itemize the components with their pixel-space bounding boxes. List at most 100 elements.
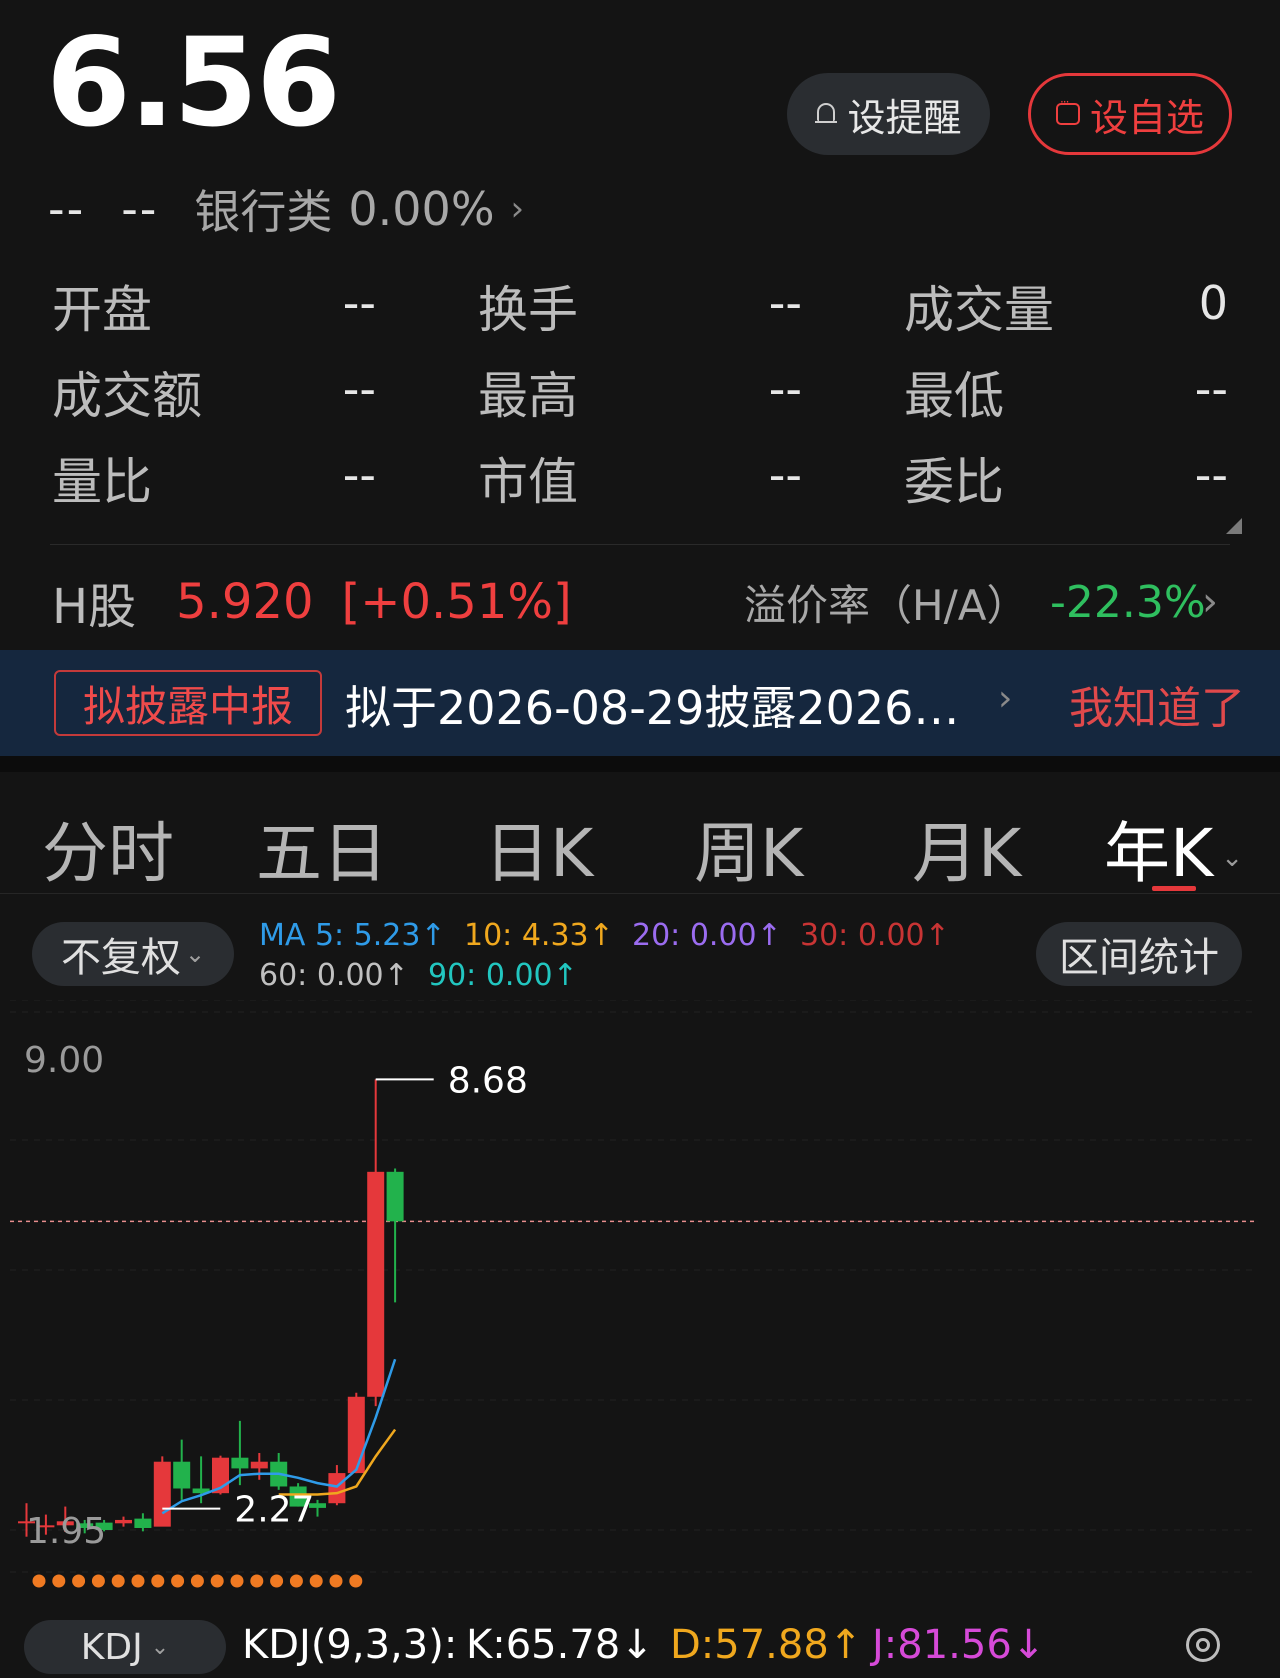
- kdj-params: KDJ(9,3,3):: [242, 1622, 458, 1668]
- event-dot: [349, 1574, 363, 1588]
- ma10-value: 10: 4.33↑: [464, 918, 614, 953]
- indicator-bar: KDJ ⌄ KDJ(9,3,3): K:65.78↓ D:57.88↑ J:81…: [0, 1598, 1280, 1678]
- candle-body: [386, 1171, 404, 1222]
- notice-text[interactable]: 拟于2026-08-29披露2026…: [345, 672, 959, 738]
- stat-turnover-value: --: [768, 276, 802, 330]
- premium-value: -22.3%: [1050, 576, 1206, 628]
- event-dot: [210, 1574, 224, 1588]
- stat-high-label: 最高: [478, 367, 578, 425]
- tab-intraday[interactable]: 分时: [42, 800, 174, 896]
- chevron-right-icon: ›: [1202, 579, 1218, 625]
- event-dot: [72, 1574, 86, 1588]
- divider: [0, 893, 1280, 894]
- candle-body: [231, 1457, 249, 1469]
- candle-body: [115, 1519, 132, 1524]
- tab-weekly-k[interactable]: 周K: [694, 800, 803, 896]
- h-share-row[interactable]: H股 5.920 [+0.51%] 溢价率（H/A） -22.3% ›: [52, 570, 1232, 635]
- dismiss-notice-button[interactable]: 我知道了: [1069, 672, 1245, 736]
- stat-amount-value: --: [342, 362, 376, 416]
- add-watchlist-button[interactable]: 设自选: [1028, 73, 1232, 155]
- chevron-down-icon: ⌄: [150, 1634, 170, 1660]
- section-separator: [0, 756, 1280, 772]
- active-tab-indicator: [1152, 886, 1196, 891]
- stat-volume-ratio-label: 量比: [52, 453, 152, 511]
- tab-five-day[interactable]: 五日: [256, 800, 388, 896]
- event-dot: [111, 1574, 125, 1588]
- range-statistics-button[interactable]: 区间统计: [1036, 922, 1242, 986]
- set-alert-label: 设提醒: [847, 95, 962, 140]
- candle-body: [153, 1461, 171, 1527]
- h-share-price: 5.920: [176, 574, 314, 630]
- kdj-d-value: D:57.88↑: [670, 1622, 863, 1668]
- low-price-label: 2.27: [234, 1490, 314, 1531]
- candle-body: [367, 1171, 385, 1397]
- candle-body: [328, 1473, 346, 1504]
- kdj-k-value: K:65.78↓: [466, 1622, 654, 1668]
- h-share-label: H股: [52, 579, 137, 635]
- kline-chart[interactable]: 9.00 1.95 8.68 2.27: [0, 1000, 1280, 1598]
- watchlist-icon: [1055, 95, 1080, 125]
- event-dot: [190, 1574, 204, 1588]
- divider: [50, 544, 1230, 545]
- stat-low-value: --: [1194, 362, 1228, 416]
- tab-daily-k[interactable]: 日K: [484, 800, 593, 896]
- stat-market-cap-value: --: [768, 448, 802, 502]
- stat-volume-value: 0: [1198, 276, 1228, 330]
- stat-high-value: --: [768, 362, 802, 416]
- chart-grid: [10, 1000, 1258, 1573]
- expand-corner-icon[interactable]: [1226, 518, 1242, 534]
- price-adjust-label: 不复权: [60, 935, 181, 981]
- set-alert-button[interactable]: 设提醒: [787, 73, 990, 155]
- h-share-change: [+0.51%]: [341, 574, 572, 630]
- price-adjust-dropdown[interactable]: 不复权 ⌄: [32, 922, 234, 986]
- indicator-selector-label: KDJ: [80, 1626, 143, 1668]
- event-dot: [230, 1574, 244, 1588]
- ma30-value: 30: 0.00↑: [800, 918, 950, 953]
- bell-icon: [815, 101, 838, 127]
- event-dot: [91, 1574, 105, 1588]
- ma90-value: 90: 0.00↑: [428, 958, 578, 993]
- stat-low-label: 最低: [904, 367, 1004, 425]
- event-dot: [329, 1574, 343, 1588]
- event-dot: [171, 1574, 185, 1588]
- price-change: --: [48, 182, 86, 236]
- candle-body: [134, 1518, 152, 1528]
- y-axis-max-label: 9.00: [24, 1040, 104, 1081]
- sector-link[interactable]: 银行类 0.00% ›: [194, 176, 524, 242]
- disclosure-notice[interactable]: 拟披露中报 拟于2026-08-29披露2026… › 我知道了: [0, 650, 1280, 756]
- sector-change: 0.00%: [348, 182, 495, 236]
- stat-open-label: 开盘: [52, 281, 152, 339]
- kdj-j-value: J:81.56↓: [872, 1622, 1046, 1668]
- sector-name: 银行类: [194, 185, 333, 239]
- chevron-down-icon: ⌄: [1221, 842, 1244, 873]
- event-dot: [131, 1574, 145, 1588]
- high-price-label: 8.68: [448, 1060, 528, 1101]
- event-dot: [270, 1574, 284, 1588]
- stat-open-value: --: [342, 276, 376, 330]
- candle-body: [347, 1396, 365, 1474]
- chevron-down-icon: ⌄: [184, 940, 206, 968]
- notice-tag: 拟披露中报: [54, 670, 322, 736]
- chevron-right-icon: ›: [998, 678, 1013, 719]
- stat-bid-ratio-value: --: [1194, 448, 1228, 502]
- settings-icon[interactable]: [1186, 1628, 1220, 1662]
- stat-volume-label: 成交量: [904, 281, 1054, 339]
- event-dots: [32, 1574, 363, 1588]
- stat-bid-ratio-label: 委比: [904, 453, 1004, 511]
- tab-yearly-k[interactable]: 年K ⌄: [1104, 800, 1243, 896]
- tab-monthly-k[interactable]: 月K: [912, 800, 1021, 896]
- stat-market-cap-label: 市值: [478, 453, 578, 511]
- add-watchlist-label: 设自选: [1089, 95, 1204, 140]
- event-dot: [309, 1574, 323, 1588]
- indicator-selector[interactable]: KDJ ⌄: [24, 1620, 226, 1674]
- candles: [18, 1079, 404, 1537]
- candle-body: [250, 1461, 268, 1469]
- event-dot: [250, 1574, 264, 1588]
- stat-amount-label: 成交额: [52, 367, 202, 425]
- stat-turnover-label: 换手: [478, 281, 578, 339]
- candle-body: [173, 1461, 191, 1489]
- ma20-value: 20: 0.00↑: [632, 918, 782, 953]
- event-dot: [52, 1574, 66, 1588]
- tab-yearly-k-label: 年K: [1104, 815, 1214, 892]
- ma60-value: 60: 0.00↑: [259, 958, 409, 993]
